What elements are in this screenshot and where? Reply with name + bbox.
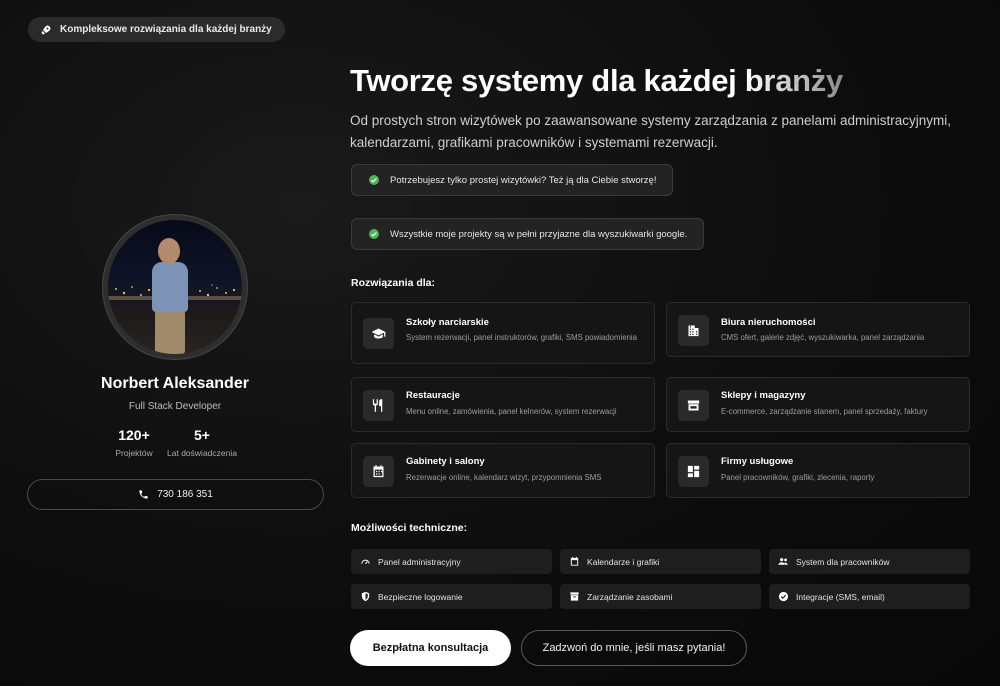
stat-value: 120+ bbox=[118, 427, 150, 443]
check-circle-icon bbox=[778, 591, 789, 602]
calendar-icon bbox=[570, 556, 579, 566]
dashboard-icon bbox=[678, 456, 709, 487]
check-note-text: Wszystkie moje projekty są w pełni przyj… bbox=[390, 228, 688, 240]
tech-label: Kalendarze i grafiki bbox=[587, 556, 660, 567]
tech-label: Zarządzanie zasobami bbox=[587, 591, 673, 602]
solution-title: Firmy usługowe bbox=[721, 456, 794, 467]
tech-label: Integracje (SMS, email) bbox=[796, 591, 885, 602]
stat-experience: 5+ Lat doświadczenia bbox=[164, 427, 240, 458]
gauge-icon bbox=[361, 559, 370, 565]
top-badge: Kompleksowe rozwiązania dla każdej branż… bbox=[28, 17, 285, 42]
free-consultation-button[interactable]: Bezpłatna konsultacja bbox=[350, 630, 511, 666]
check-note-text: Potrzebujesz tylko prostej wizytówki? Te… bbox=[390, 174, 657, 186]
tech-integrations: Integracje (SMS, email) bbox=[769, 584, 970, 609]
phone-button[interactable]: 730 186 351 bbox=[27, 479, 324, 510]
store-icon bbox=[678, 390, 709, 421]
archive-icon bbox=[570, 592, 579, 601]
solution-card-ski-schools[interactable]: Szkoły narciarskie System rezerwacji, pa… bbox=[351, 302, 655, 364]
stat-projects: 120+ Projektów bbox=[112, 427, 156, 458]
solutions-heading: Rozwiązania dla: bbox=[351, 277, 436, 289]
tech-admin-panel: Panel administracyjny bbox=[351, 549, 552, 574]
solution-title: Szkoły narciarskie bbox=[406, 317, 489, 328]
tech-label: Panel administracyjny bbox=[378, 556, 461, 567]
tech-secure-login: Bezpieczne logowanie bbox=[351, 584, 552, 609]
avatar bbox=[102, 214, 248, 360]
tech-label: Bezpieczne logowanie bbox=[378, 591, 463, 602]
lead-text: Od prostych stron wizytówek po zaawansow… bbox=[350, 113, 952, 150]
graduation-cap-icon bbox=[363, 318, 394, 349]
phone-number: 730 186 351 bbox=[157, 489, 213, 500]
solution-desc: Menu online, zamówienia, panel kelnerów,… bbox=[406, 407, 617, 416]
solution-desc: System rezerwacji, panel instruktorów, g… bbox=[406, 333, 637, 342]
page-title: Tworzę systemy dla każdej branży bbox=[350, 63, 843, 98]
solution-desc: Rezerwacje online, kalendarz wizyt, przy… bbox=[406, 473, 602, 482]
tech-resources: Zarządzanie zasobami bbox=[560, 584, 761, 609]
solution-card-restaurants[interactable]: Restauracje Menu online, zamówienia, pan… bbox=[351, 377, 655, 432]
rocket-icon bbox=[41, 25, 51, 34]
solution-card-shops[interactable]: Sklepy i magazyny E-commerce, zarządzani… bbox=[666, 377, 970, 432]
check-note-2: Wszystkie moje projekty są w pełni przyj… bbox=[351, 218, 705, 250]
check-circle-icon bbox=[369, 229, 379, 239]
stat-label: Projektów bbox=[115, 448, 153, 458]
stat-value: 5+ bbox=[194, 427, 210, 443]
tech-label: System dla pracowników bbox=[796, 556, 890, 567]
tech-calendars: Kalendarze i grafiki bbox=[560, 549, 761, 574]
building-icon bbox=[678, 315, 709, 346]
profile-name: Norbert Aleksander bbox=[101, 375, 249, 392]
badge-label: Kompleksowe rozwiązania dla każdej branż… bbox=[60, 24, 272, 35]
people-icon bbox=[778, 558, 788, 565]
shield-icon bbox=[361, 591, 370, 602]
solution-card-service-firms[interactable]: Firmy usługowe Panel pracowników, grafik… bbox=[666, 443, 970, 498]
calendar-icon bbox=[363, 456, 394, 487]
solution-title: Restauracje bbox=[406, 390, 460, 401]
tech-heading: Możliwości techniczne: bbox=[351, 522, 468, 534]
solution-card-salons[interactable]: Gabinety i salony Rezerwacje online, kal… bbox=[351, 443, 655, 498]
cutlery-icon bbox=[363, 390, 394, 421]
check-circle-icon bbox=[369, 175, 379, 185]
solution-desc: E-commerce, zarządzanie stanem, panel sp… bbox=[721, 407, 928, 416]
profile-role: Full Stack Developer bbox=[128, 401, 222, 412]
solution-title: Sklepy i magazyny bbox=[721, 390, 806, 401]
check-note-1: Potrzebujesz tylko prostej wizytówki? Te… bbox=[351, 164, 674, 196]
call-me-button[interactable]: Zadzwoń do mnie, jeśli masz pytania! bbox=[521, 630, 747, 666]
phone-icon bbox=[139, 490, 148, 499]
stat-label: Lat doświadczenia bbox=[167, 448, 237, 458]
tech-employees: System dla pracowników bbox=[769, 549, 970, 574]
solution-desc: Panel pracowników, grafiki, zlecenia, ra… bbox=[721, 473, 875, 482]
solution-card-real-estate[interactable]: Biura nieruchomości CMS ofert, galerie z… bbox=[666, 302, 970, 357]
solution-desc: CMS ofert, galerie zdjęć, wyszukiwarka, … bbox=[721, 333, 925, 342]
solution-title: Biura nieruchomości bbox=[721, 317, 816, 328]
solution-title: Gabinety i salony bbox=[406, 456, 485, 467]
